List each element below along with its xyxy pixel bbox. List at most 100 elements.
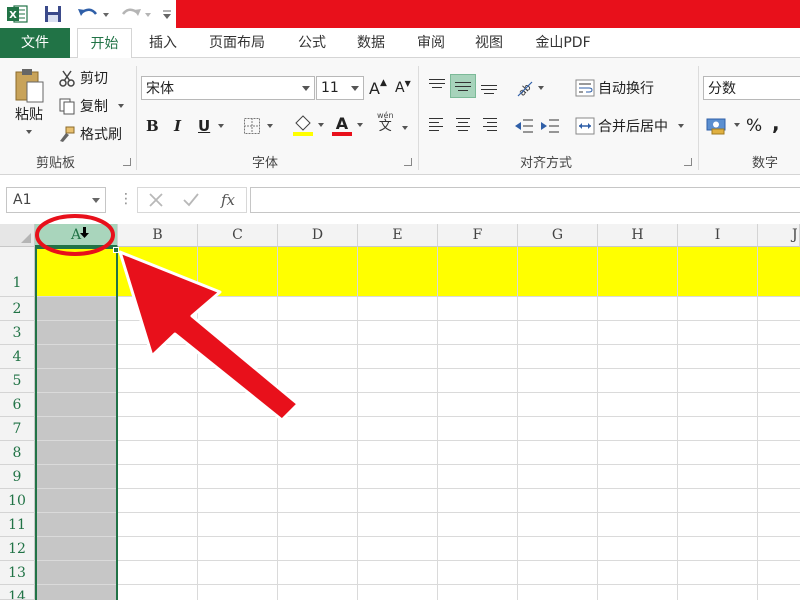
row-header-12[interactable]: 12: [0, 537, 35, 561]
align-center-button[interactable]: [450, 112, 476, 136]
tab-file[interactable]: 文件: [0, 28, 70, 58]
column-header-j[interactable]: J: [758, 224, 800, 247]
column-header-i[interactable]: I: [678, 224, 758, 247]
comma-style-button[interactable]: ,: [772, 113, 780, 138]
shrink-font-button[interactable]: A ▼: [395, 76, 411, 100]
accounting-dropdown-icon[interactable]: [734, 123, 740, 127]
save-icon[interactable]: [42, 4, 64, 24]
row-header-4[interactable]: 4: [0, 345, 35, 369]
font-size-dropdown-icon[interactable]: [351, 86, 359, 91]
font-color-button[interactable]: A: [331, 112, 363, 138]
tab-page-layout[interactable]: 页面布局: [198, 28, 276, 58]
font-color-dropdown-icon[interactable]: [357, 123, 363, 127]
tab-formulas[interactable]: 公式: [288, 28, 336, 58]
worksheet-grid: A B C D E F G H I J 1 2 3 4 5 6 7 8 9 10…: [0, 221, 800, 600]
format-painter-button[interactable]: 格式刷: [58, 124, 122, 144]
redo-icon[interactable]: [118, 4, 154, 24]
decrease-indent-button[interactable]: [514, 114, 534, 138]
column-header-c[interactable]: C: [198, 224, 278, 247]
percent-style-button[interactable]: %: [746, 114, 762, 138]
clipboard-launcher-icon[interactable]: [123, 158, 131, 166]
tab-insert[interactable]: 插入: [140, 28, 186, 58]
column-header-g[interactable]: G: [518, 224, 598, 247]
wrap-text-button[interactable]: 自动换行: [575, 76, 654, 100]
tab-view[interactable]: 视图: [466, 28, 512, 58]
borders-button[interactable]: [243, 114, 273, 138]
row-header-6[interactable]: 6: [0, 393, 35, 417]
font-name-dropdown-icon[interactable]: [302, 86, 310, 91]
row-header-1[interactable]: 1: [0, 247, 35, 297]
tab-data[interactable]: 数据: [346, 28, 396, 58]
orientation-dropdown-icon[interactable]: [538, 86, 544, 90]
row-header-10[interactable]: 10: [0, 489, 35, 513]
bottom-align-button[interactable]: [476, 74, 502, 98]
row-header-2[interactable]: 2: [0, 297, 35, 321]
formula-buttons: fx: [137, 187, 247, 213]
align-right-button[interactable]: [476, 112, 502, 136]
column-header-f[interactable]: F: [438, 224, 518, 247]
confirm-entry-icon[interactable]: [183, 193, 199, 207]
tab-kingsoft-pdf[interactable]: 金山PDF: [522, 28, 604, 58]
row-header-label: 3: [12, 325, 22, 341]
middle-align-button[interactable]: [450, 74, 476, 98]
borders-dropdown-icon[interactable]: [267, 124, 273, 128]
paste-button[interactable]: 粘贴: [8, 66, 50, 148]
select-all-corner[interactable]: [0, 224, 35, 247]
fill-handle[interactable]: [113, 247, 119, 253]
font-size-combo[interactable]: 11: [316, 76, 364, 100]
insert-function-icon[interactable]: fx: [220, 191, 236, 209]
name-box[interactable]: A1: [6, 187, 106, 213]
formula-input[interactable]: [250, 187, 800, 213]
formula-bar-grip-icon[interactable]: ⋮: [119, 191, 133, 207]
fill-color-button[interactable]: [292, 112, 324, 138]
underline-button[interactable]: U: [198, 114, 225, 138]
cell-area[interactable]: [35, 247, 800, 600]
accounting-format-button[interactable]: [706, 112, 740, 138]
paste-dropdown-icon[interactable]: [26, 130, 32, 134]
column-header-h[interactable]: H: [598, 224, 678, 247]
copy-label: 复制: [80, 99, 108, 115]
italic-button[interactable]: I: [174, 114, 181, 138]
copy-dropdown-icon[interactable]: [118, 104, 124, 108]
row-header-11[interactable]: 11: [0, 513, 35, 537]
top-align-button[interactable]: [424, 74, 450, 98]
column-header-b[interactable]: B: [118, 224, 198, 247]
align-left-button[interactable]: [424, 112, 450, 136]
row-header-14[interactable]: 14: [0, 585, 35, 600]
tab-review[interactable]: 审阅: [406, 28, 456, 58]
undo-icon[interactable]: [76, 4, 112, 24]
column-header-label: I: [714, 227, 721, 243]
phonetic-button[interactable]: wén 文: [377, 112, 394, 140]
increase-indent-button[interactable]: [540, 114, 560, 138]
column-header-a[interactable]: A: [35, 224, 118, 247]
alignment-group-label: 对齐方式: [520, 156, 573, 171]
name-box-dropdown-icon[interactable]: [92, 198, 100, 203]
merge-center-label: 合并后居中: [598, 119, 668, 135]
row-header-13[interactable]: 13: [0, 561, 35, 585]
merge-center-dropdown-icon[interactable]: [678, 124, 684, 128]
tab-home[interactable]: 开始: [77, 28, 132, 59]
column-header-d[interactable]: D: [278, 224, 358, 247]
phonetic-dropdown-icon[interactable]: [402, 126, 408, 130]
row-header-3[interactable]: 3: [0, 321, 35, 345]
cut-button[interactable]: 剪切: [58, 68, 108, 88]
number-format-combo[interactable]: 分数: [703, 76, 800, 100]
grow-font-button[interactable]: A ▲: [369, 76, 387, 100]
copy-button[interactable]: 复制: [58, 96, 124, 116]
alignment-launcher-icon[interactable]: [684, 158, 692, 166]
underline-dropdown-icon[interactable]: [218, 124, 225, 128]
row-header-5[interactable]: 5: [0, 369, 35, 393]
fill-color-dropdown-icon[interactable]: [318, 123, 324, 127]
excel-logo-icon[interactable]: X: [6, 4, 28, 24]
customize-toolbar-icon[interactable]: [160, 4, 174, 24]
row-header-8[interactable]: 8: [0, 441, 35, 465]
bold-button[interactable]: B: [146, 114, 159, 138]
cancel-entry-icon[interactable]: [149, 193, 163, 207]
row-header-9[interactable]: 9: [0, 465, 35, 489]
row-header-7[interactable]: 7: [0, 417, 35, 441]
font-name-combo[interactable]: 宋体: [141, 76, 315, 100]
orientation-button[interactable]: ab: [514, 76, 544, 100]
column-header-e[interactable]: E: [358, 224, 438, 247]
merge-center-button[interactable]: 合并后居中: [575, 114, 684, 138]
font-launcher-icon[interactable]: [404, 158, 412, 166]
